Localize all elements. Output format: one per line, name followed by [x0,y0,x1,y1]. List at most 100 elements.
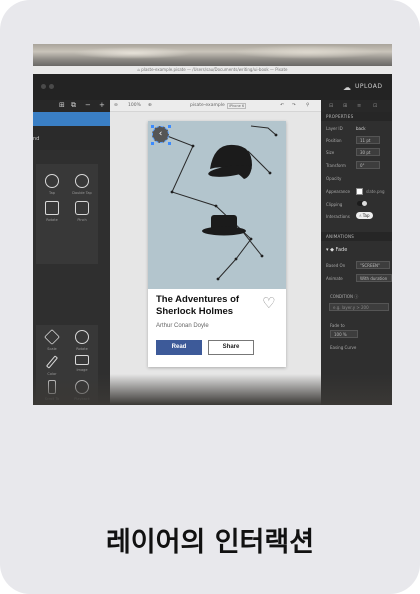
book-title: The Adventures of Sherlock Holmes [156,294,260,318]
sherlock-art [160,125,278,281]
back-button[interactable]: ‹ [152,126,169,143]
app-screenshot: ⌂ plaste-example.pisate — /Users/sau/Doc… [33,44,392,405]
heart-icon[interactable]: ♡ [262,296,275,311]
book-cover-art: ‹ [148,121,286,289]
panel-icons: ⊟ ⊞ ≡ ⊡ [321,100,392,112]
position-field[interactable]: 11 pt [356,136,380,144]
prop-label: Opacity [326,176,342,181]
tap-action[interactable]: Tap [37,174,67,195]
scale-action[interactable]: Scale [37,329,67,351]
fade-to-label: Fade to [330,323,345,328]
copy-icon[interactable]: ⧉ [71,101,76,110]
star-dot [249,237,253,241]
fade-to-field[interactable]: 100 % [330,330,358,338]
star-dot [214,204,218,208]
image-action[interactable]: Image [67,355,97,372]
selection-handle[interactable] [151,142,154,145]
color-icon [45,355,59,369]
properties-panel: ⊟ ⊞ ≡ ⊡ PROPERTIES Layer ID back Positio… [321,100,392,405]
animation-name: Fade [335,247,348,253]
based-on-value: "SCREEN" [360,263,380,268]
window-title: ⌂ plaste-example.pisate — /Users/sau/Doc… [33,66,392,74]
selected-layer-row[interactable] [33,112,110,126]
zoom-in-icon[interactable]: ⊕ [148,103,152,108]
grid-icon[interactable]: ⊞ [59,101,65,109]
design-canvas[interactable]: ‹ The Adventures of Sherlock Holmes ♡ Ar… [110,112,321,405]
animate-label: Animate [326,276,343,281]
slide-card: ⌂ plaste-example.pisate — /Users/sau/Doc… [0,0,420,594]
read-button[interactable]: Read [156,340,202,355]
rotate-action[interactable]: Rotate [37,201,67,222]
tap-icon: ☝ [359,213,362,218]
window-control[interactable] [49,84,54,89]
double-tap-icon [75,174,89,188]
fade-animation-title[interactable]: ▾ ◆ Fade [326,247,347,253]
share-button[interactable]: Share [208,340,254,355]
condition-text: CONDITION [330,294,353,299]
easing-label: Easing Curve [330,345,357,350]
pinch-action[interactable]: Pinch [67,201,97,222]
double-tap-action[interactable]: Double Tap [67,174,97,195]
top-toolbar: ☁ UPLOAD [33,74,392,100]
animations-header: ANIMATIONS [321,232,392,241]
layout-icon[interactable]: ⊡ [373,103,377,109]
top-hat [202,215,246,236]
playback-action[interactable]: Playback [67,380,97,401]
undo-icon[interactable]: ↶ [280,103,284,108]
phone-frame: ‹ The Adventures of Sherlock Holmes ♡ Ar… [148,121,286,367]
star-dot [268,171,272,175]
transform-value: 0° [360,163,365,168]
document-name: pisate-example [190,103,225,108]
star-dot [191,144,195,148]
zoom-out-icon[interactable]: − [85,101,91,109]
based-on-label: Based On [326,263,346,268]
scroll-to-action[interactable]: Scroll To [37,380,67,401]
redo-icon[interactable]: ↷ [292,103,296,108]
book-author: Arthur Conan Doyle [156,323,209,329]
fill-swatch[interactable] [356,188,363,195]
window-control[interactable] [41,84,46,89]
align-icon[interactable]: ⊟ [329,103,333,109]
properties-header: PROPERTIES [321,112,392,121]
desktop-wallpaper [33,44,392,66]
distribute-icon[interactable]: ≡ [357,103,361,109]
appearance-value[interactable]: slate.png [366,189,385,194]
prop-label: Transform [326,163,346,168]
animate-select[interactable]: With duration [356,274,392,282]
fade-to-value: 100 % [334,332,347,337]
animations-grid: Scale Rotate Color Image Scroll To Playb… [36,325,98,405]
rotate-icon [45,201,59,215]
transform-field[interactable]: 0° [356,161,380,169]
person-icon[interactable]: ⚲ [306,103,309,108]
zoom-out-icon[interactable]: ⊖ [114,103,118,108]
rotate-anim-action[interactable]: Rotate [67,330,97,351]
upload-button[interactable]: UPLOAD [355,83,382,90]
size-field[interactable]: 30 pt [356,148,380,156]
device-selector[interactable]: iPhone 6 [227,103,247,109]
position-value: 11 pt [360,138,371,143]
image-icon [75,355,89,365]
playback-icon [75,380,89,394]
interaction-chip[interactable]: ☝ Tap [356,212,373,219]
condition-placeholder: e.g. layer.y > 200 [333,305,369,310]
layer-row[interactable]: nd [33,126,110,150]
selection-handle[interactable] [151,125,154,128]
selection-handle[interactable] [168,125,171,128]
prop-label: Position [326,138,342,143]
clipping-toggle[interactable] [357,201,367,206]
scale-icon [44,329,60,345]
align-icon[interactable]: ⊞ [343,103,347,109]
layer-id-value[interactable]: back [356,126,366,131]
star-dot [170,190,174,194]
cloud-icon[interactable]: ☁ [343,83,351,92]
prop-label: Size [326,150,335,155]
zoom-in-icon[interactable]: + [99,101,105,109]
color-action[interactable]: Color [37,355,67,376]
condition-input[interactable]: e.g. layer.y > 200 [329,303,389,311]
zoom-level[interactable]: 100% [128,103,141,108]
based-on-select[interactable]: "SCREEN" [356,261,390,269]
selection-handle[interactable] [168,142,171,145]
prop-label: Appearance [326,189,351,194]
left-panel: ⊞ ⧉ − + nd Tap Double Tap Rotate Pinch S… [33,100,110,405]
interaction-value: Tap [362,213,370,218]
